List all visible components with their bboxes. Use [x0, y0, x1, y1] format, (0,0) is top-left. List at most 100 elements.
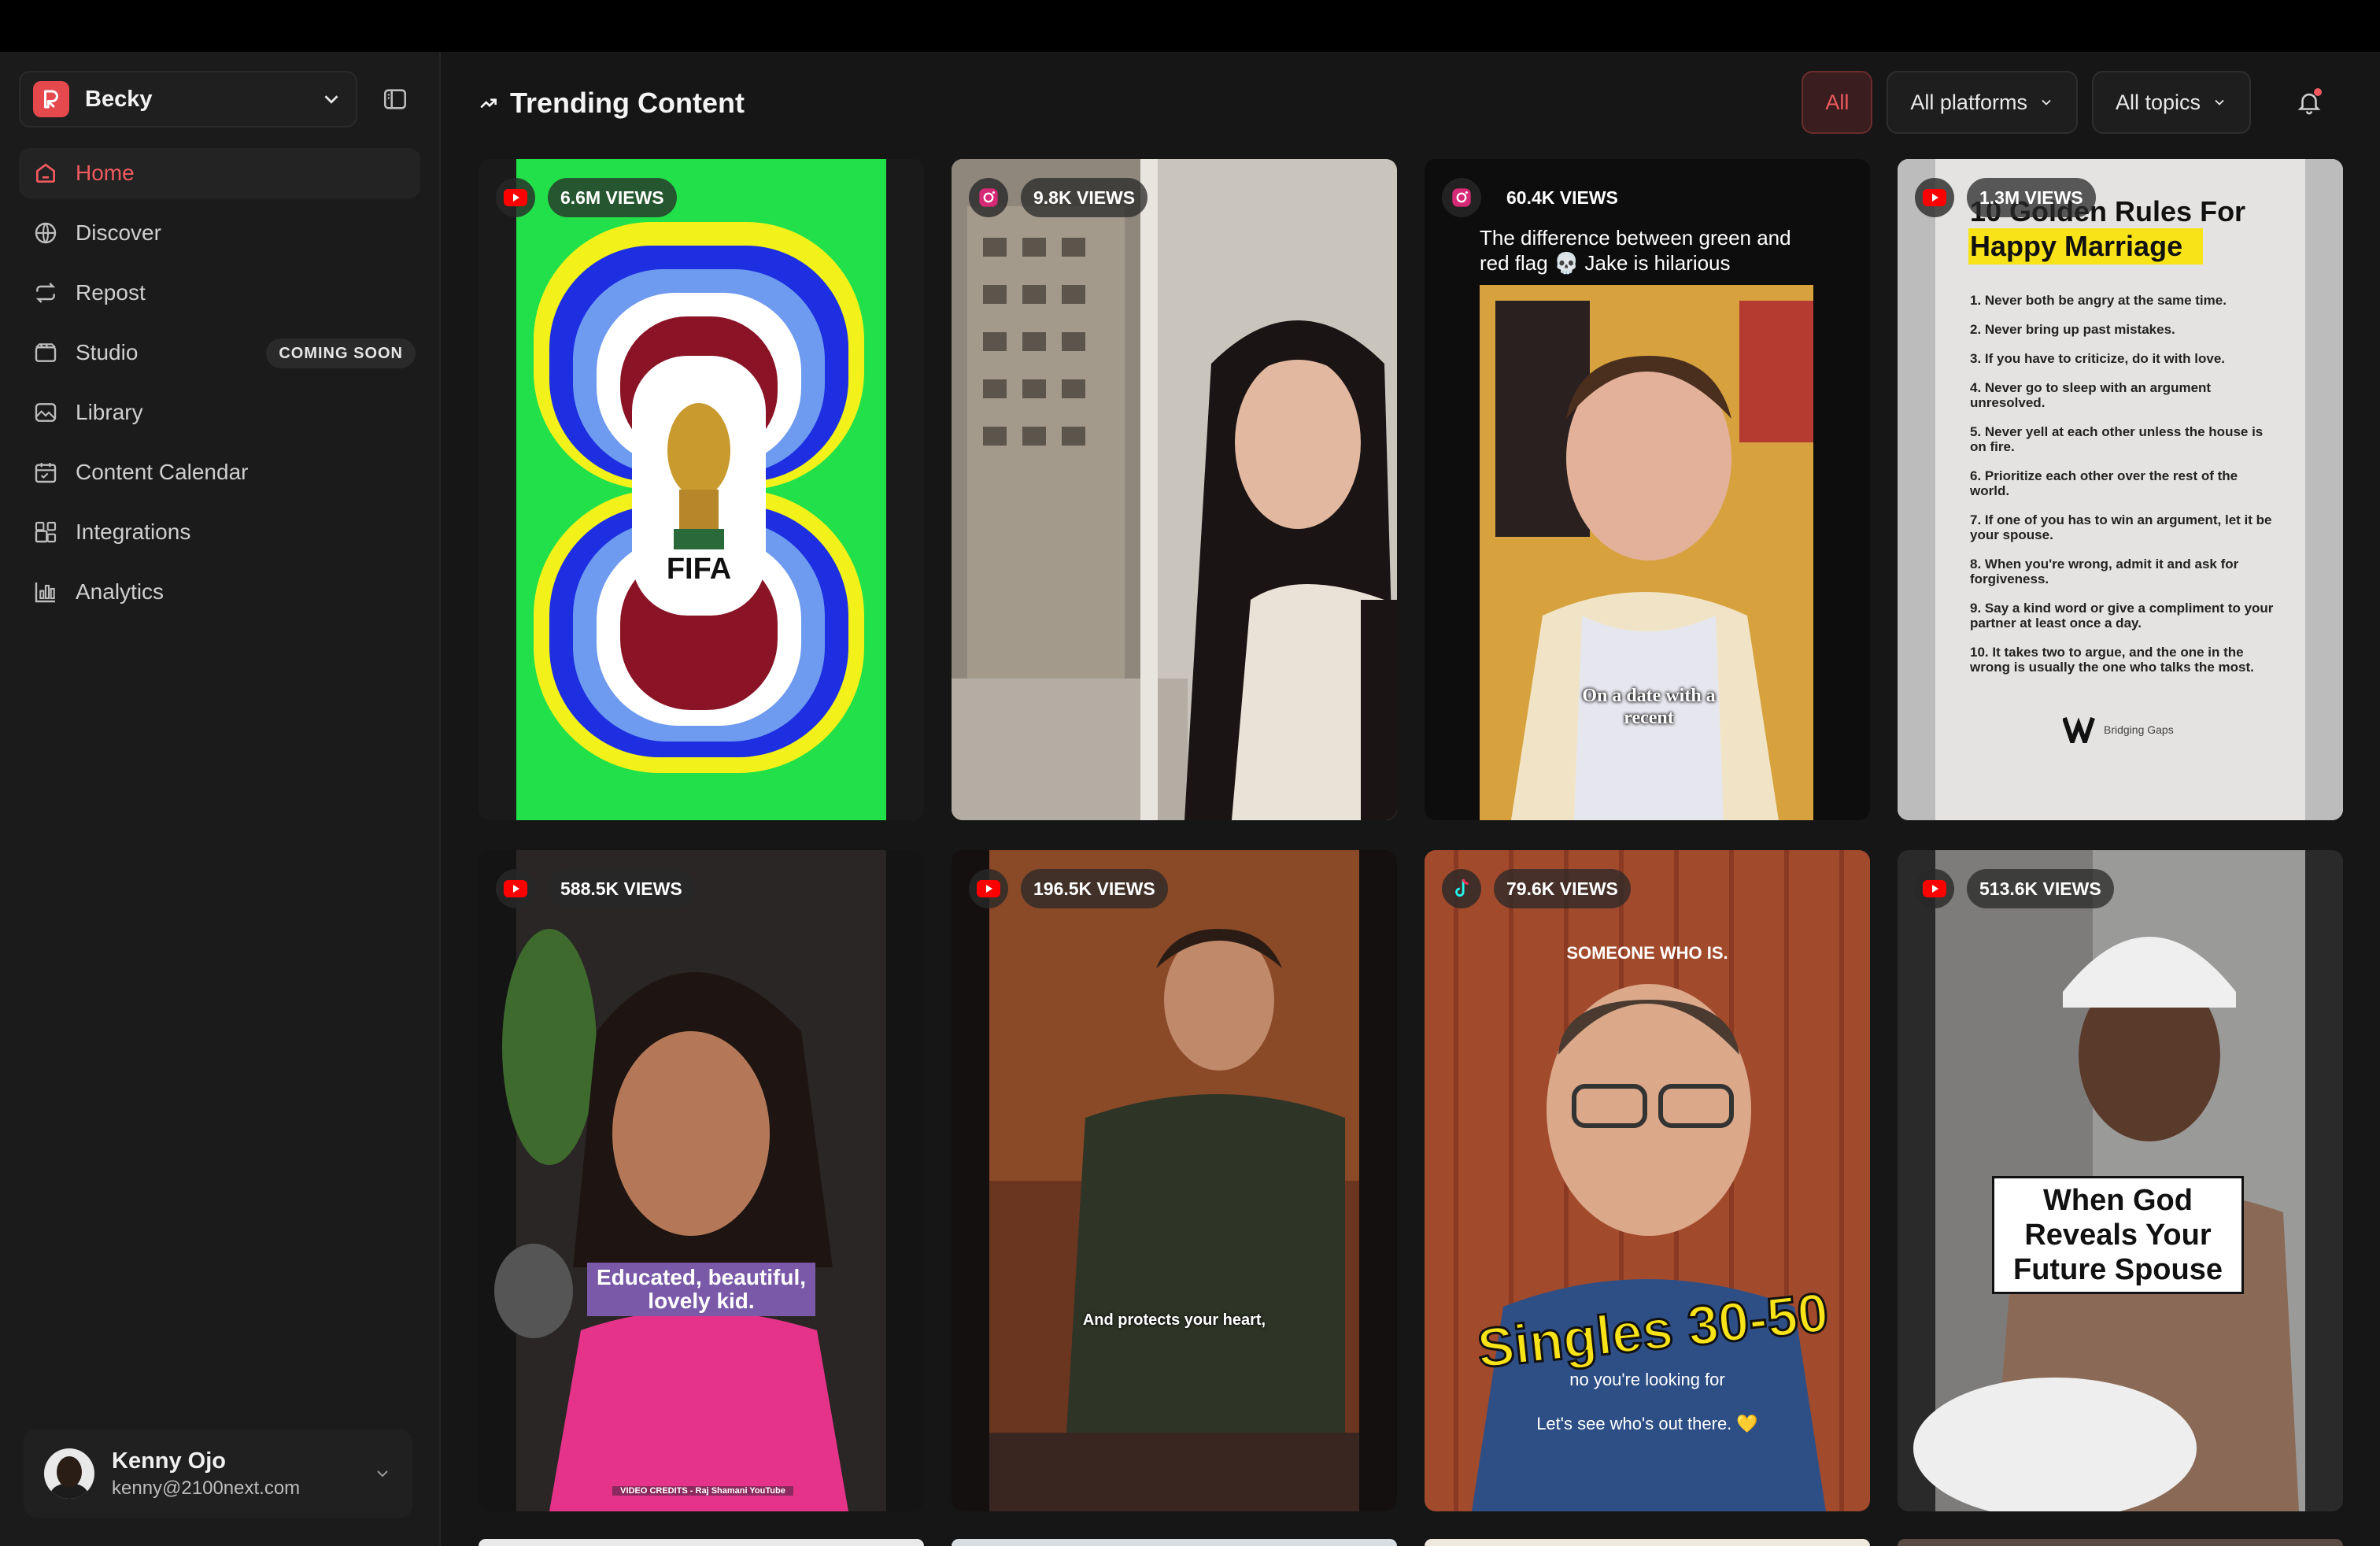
rule-item: 10. It takes two to argue, and the one i… [1970, 645, 2254, 675]
content-card[interactable]: 9.8K VIEWS [952, 159, 1397, 820]
filter-all-button[interactable]: All [1802, 71, 1873, 134]
repost-icon [31, 279, 60, 307]
rule-item: 8. When you're wrong, admit it and ask f… [1970, 557, 2239, 586]
content-card[interactable]: The difference between green and red fla… [1425, 159, 1870, 820]
next-row-peek [479, 1539, 2344, 1546]
thumbnail-subtitle: no you're looking for [1569, 1370, 1725, 1389]
video-thumbnail [952, 159, 1397, 820]
sidebar-toggle-icon[interactable] [378, 82, 412, 117]
content-card-peek [479, 1539, 924, 1546]
tiktok-icon [1442, 869, 1481, 908]
sidebar-item-home[interactable]: Home [19, 148, 420, 198]
view-count: 6.6M VIEWS [548, 178, 677, 217]
sidebar-nav: Home Discover Repost Studio COMING SOON … [19, 148, 420, 627]
sidebar-item-integrations[interactable]: Integrations [19, 507, 420, 557]
rule-item: 7. If one of you has to win an argument,… [1970, 512, 2272, 542]
view-count: 1.3M VIEWS [1967, 178, 2096, 217]
rule-item: 2. Never bring up past mistakes. [1970, 322, 2175, 337]
window-top-bar [0, 0, 2380, 52]
page-title-text: Trending Content [510, 87, 745, 119]
sidebar-item-label: Integrations [76, 520, 191, 544]
thumbnail-subtitle: And protects your heart, [1082, 1311, 1266, 1329]
thumbnail-top-text: SOMEONE WHO IS. [1566, 943, 1728, 963]
sidebar-item-library[interactable]: Library [19, 387, 420, 438]
studio-icon [31, 338, 60, 367]
rule-item: 5. Never yell at each other unless the h… [1970, 424, 2264, 454]
view-count: 79.6K VIEWS [1494, 869, 1631, 908]
video-thumbnail [479, 159, 924, 820]
sidebar-item-content-calendar[interactable]: Content Calendar [19, 447, 420, 497]
thumbnail-headline: When God Reveals Your Future Spouse [1992, 1176, 2244, 1294]
workspace-switcher[interactable]: Becky [19, 71, 357, 128]
content-card[interactable]: When God Reveals Your Future Spouse 513.… [1898, 850, 2343, 1511]
sidebar-item-label: Discover [76, 220, 161, 245]
sidebar-item-studio[interactable]: Studio COMING SOON [19, 327, 420, 378]
sidebar-item-label: Repost [76, 280, 146, 305]
rules-list: 1. Never both be angry at the same time.… [1970, 293, 2277, 675]
image-icon [31, 398, 60, 427]
youtube-icon [496, 869, 535, 908]
video-thumbnail [952, 850, 1397, 1511]
rule-item: 4. Never go to sleep with an argument un… [1970, 380, 2212, 410]
thumbnail-subtitle: On a date with a recent [1582, 686, 1716, 728]
content-card[interactable]: SOMEONE WHO IS. Singles 30-50 no you're … [1425, 850, 1870, 1511]
rule-item: 1. Never both be angry at the same time. [1970, 293, 2227, 308]
chevron-down-icon [324, 95, 338, 104]
sidebar-item-repost[interactable]: Repost [19, 268, 420, 318]
content-card-peek [1425, 1539, 1870, 1546]
workspace-name: Becky [85, 86, 153, 112]
youtube-icon [1915, 178, 1954, 217]
view-count: 9.8K VIEWS [1021, 178, 1148, 217]
page-title: Trending Content [479, 85, 745, 121]
sidebar-item-label: Library [76, 400, 143, 424]
platform-filter-label: All platforms [1910, 90, 2027, 114]
topic-filter-dropdown[interactable]: All topics [2091, 71, 2251, 134]
topic-filter-label: All topics [2115, 90, 2201, 114]
thumbnail-text: FIFA [666, 553, 732, 586]
user-name: Kenny Ojo [112, 1448, 227, 1474]
instagram-icon [1442, 178, 1481, 217]
trending-up-icon [480, 98, 497, 109]
trending-grid: FIFA 6.6M VIEWS 9.8K VIEWS The differenc… [479, 159, 2344, 1511]
sidebar-item-label: Home [76, 161, 135, 185]
user-account-menu[interactable]: Kenny Ojo kenny@2100next.com [24, 1429, 412, 1518]
avatar [44, 1448, 94, 1499]
rule-item: 3. If you have to criticize, do it with … [1970, 351, 2226, 366]
content-card-peek [1898, 1539, 2343, 1546]
main-content: Trending Content All All platforms All t… [442, 52, 2380, 1546]
content-card[interactable]: Educated, beautiful, lovely kid. VIDEO C… [479, 850, 924, 1511]
content-card[interactable]: 10 Golden Rules For Happy Marriage 1. Ne… [1898, 159, 2343, 820]
video-credit: VIDEO CREDITS - Raj Shamani YouTube [612, 1486, 793, 1496]
instagram-icon [969, 178, 1008, 217]
notifications-button[interactable] [2286, 79, 2333, 126]
content-card[interactable]: And protects your heart, 196.5K VIEWS [952, 850, 1397, 1511]
view-count: 513.6K VIEWS [1967, 869, 2114, 908]
rule-item: 9. Say a kind word or give a compliment … [1970, 601, 2274, 631]
thumbnail-subtitle: Educated, beautiful, lovely kid. [587, 1263, 815, 1316]
sidebar-item-analytics[interactable]: Analytics [19, 567, 420, 617]
view-count: 60.4K VIEWS [1506, 187, 1618, 208]
chevron-down-icon [2042, 99, 2051, 105]
analytics-icon [31, 578, 60, 606]
youtube-icon [969, 869, 1008, 908]
sidebar-item-discover[interactable]: Discover [19, 208, 420, 258]
sidebar-item-label: Analytics [76, 579, 164, 604]
calendar-icon [31, 458, 60, 486]
youtube-icon [1915, 869, 1954, 908]
app-shell: Becky Home Discover Repost Studio COMING [0, 52, 2380, 1546]
view-count: 588.5K VIEWS [548, 869, 695, 908]
bridging-gaps-logo-icon [2063, 717, 2095, 743]
filter-bar: All All platforms All topics [1802, 71, 2333, 134]
sidebar-item-label: Content Calendar [76, 460, 249, 484]
content-card[interactable]: FIFA 6.6M VIEWS [479, 159, 924, 820]
platform-filter-dropdown[interactable]: All platforms [1887, 71, 2078, 134]
user-email: kenny@2100next.com [112, 1477, 301, 1499]
coming-soon-badge: COMING SOON [266, 338, 416, 368]
content-card-peek [952, 1539, 1397, 1546]
sidebar: Becky Home Discover Repost Studio COMING [0, 52, 441, 1546]
workspace-logo-icon [33, 81, 69, 117]
thumbnail-text: The difference between green and red fla… [1480, 226, 1791, 275]
sidebar-item-label: Studio [76, 340, 139, 364]
chevron-down-icon [377, 1470, 388, 1478]
youtube-icon [496, 178, 535, 217]
